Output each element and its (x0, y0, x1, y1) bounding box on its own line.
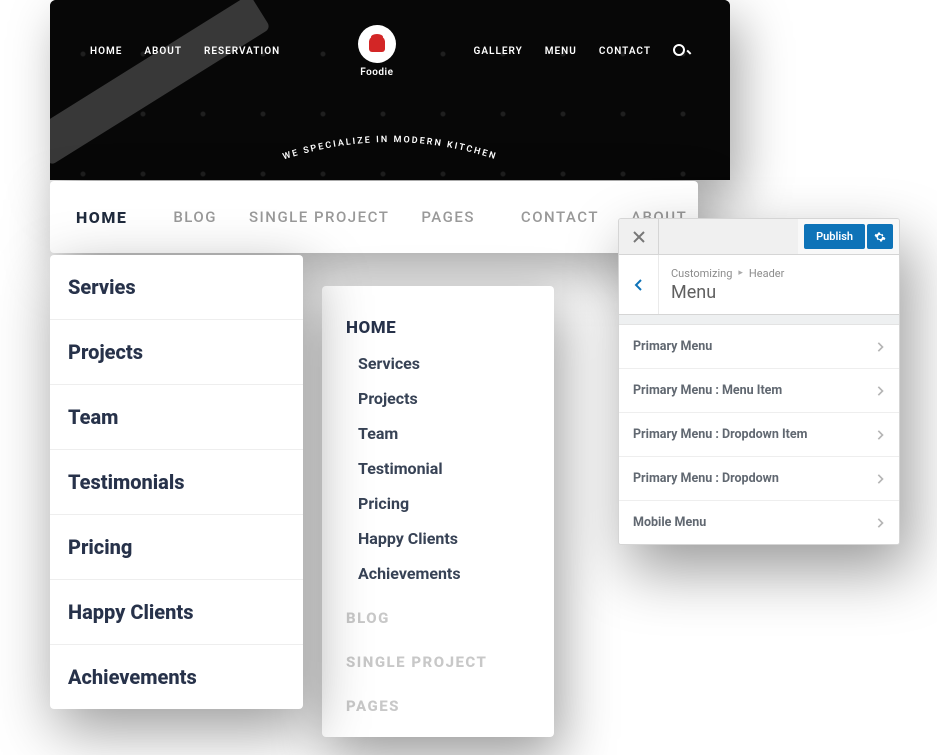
site-hero: HOME ABOUT RESERVATION Foodie GALLERY ME… (50, 0, 730, 180)
chevron-right-icon (875, 430, 885, 440)
row-label: Mobile Menu (633, 515, 706, 530)
row-label: Primary Menu (633, 339, 712, 354)
dropdown-heading-muted[interactable]: SINGLE PROJECT (346, 653, 530, 671)
panel-title: Menu (671, 282, 784, 303)
customizer-sections: Primary Menu Primary Menu : Menu Item Pr… (619, 325, 899, 544)
breadcrumb-section: Header (749, 267, 784, 280)
gear-icon[interactable] (867, 224, 893, 249)
brand-name: Foodie (358, 67, 396, 78)
dropdown-subitem[interactable]: Testimonial (358, 459, 530, 478)
customizer-row[interactable]: Primary Menu (619, 325, 899, 369)
customizer-row[interactable]: Primary Menu : Menu Item (619, 369, 899, 413)
hero-link[interactable]: CONTACT (599, 46, 651, 57)
chevron-right-icon (875, 386, 885, 396)
dropdown-item[interactable]: Happy Clients (50, 580, 303, 645)
brand-logo[interactable]: Foodie (358, 25, 396, 78)
customizer-breadcrumb: Customizing ▸ Header Menu (619, 255, 899, 315)
chevron-right-icon: ▸ (738, 268, 743, 278)
customizer-row[interactable]: Primary Menu : Dropdown (619, 457, 899, 501)
menu-item-pages[interactable]: PAGES (405, 208, 491, 226)
main-menu-bar: HOME BLOG SINGLE PROJECT PAGES CONTACT A… (50, 181, 698, 253)
publish-button[interactable]: Publish (804, 224, 865, 249)
dropdown-item[interactable]: Servies (50, 255, 303, 320)
dropdown-subitem[interactable]: Happy Clients (358, 529, 530, 548)
dropdown-item[interactable]: Projects (50, 320, 303, 385)
chef-hat-icon (358, 25, 396, 63)
search-icon[interactable] (673, 44, 690, 59)
customizer-row[interactable]: Mobile Menu (619, 501, 899, 544)
dropdown-item[interactable]: Testimonials (50, 450, 303, 515)
row-label: Primary Menu : Dropdown Item (633, 427, 807, 442)
dropdown-subitem[interactable]: Achievements (358, 564, 530, 583)
hero-link[interactable]: MENU (545, 46, 577, 57)
close-icon[interactable] (619, 219, 659, 254)
chevron-right-icon (875, 518, 885, 528)
breadcrumb-root: Customizing (671, 267, 732, 280)
wp-customizer-panel: Publish Customizing ▸ Header Menu Primar… (618, 218, 900, 545)
dropdown-heading[interactable]: HOME (346, 318, 530, 338)
hero-navbar: HOME ABOUT RESERVATION Foodie GALLERY ME… (50, 0, 730, 78)
dropdown-subitem[interactable]: Team (358, 424, 530, 443)
home-dropdown: Servies Projects Team Testimonials Prici… (50, 255, 303, 709)
customizer-topbar: Publish (619, 219, 899, 255)
menu-item-single-project[interactable]: SINGLE PROJECT (233, 208, 405, 226)
row-label: Primary Menu : Dropdown (633, 471, 779, 486)
mobile-home-dropdown: HOME Services Projects Team Testimonial … (322, 286, 554, 737)
dropdown-item[interactable]: Pricing (50, 515, 303, 580)
hero-tagline: WE SPECIALIZE IN MODERN KITCHEN (230, 131, 550, 180)
dropdown-item[interactable]: Achievements (50, 645, 303, 709)
dropdown-item[interactable]: Team (50, 385, 303, 450)
hero-link[interactable]: GALLERY (474, 46, 523, 57)
menu-item-home[interactable]: HOME (60, 208, 143, 227)
panel-spacer (619, 315, 899, 325)
svg-text:WE SPECIALIZE IN MODERN KITCHE: WE SPECIALIZE IN MODERN KITCHEN (282, 135, 499, 162)
chevron-right-icon (875, 342, 885, 352)
dropdown-subitem[interactable]: Projects (358, 389, 530, 408)
row-label: Primary Menu : Menu Item (633, 383, 782, 398)
hero-nav-right: GALLERY MENU CONTACT (474, 44, 690, 59)
breadcrumb-path: Customizing ▸ Header (671, 267, 784, 280)
hero-link[interactable]: HOME (90, 46, 122, 57)
menu-item-blog[interactable]: BLOG (157, 208, 233, 226)
dropdown-heading-muted[interactable]: BLOG (346, 609, 530, 627)
dropdown-subitem[interactable]: Services (358, 354, 530, 373)
dropdown-subitem[interactable]: Pricing (358, 494, 530, 513)
menu-item-contact[interactable]: CONTACT (505, 208, 615, 226)
hero-link[interactable]: ABOUT (144, 46, 182, 57)
dropdown-sublist: Services Projects Team Testimonial Prici… (346, 354, 530, 583)
dropdown-heading-muted[interactable]: PAGES (346, 697, 530, 715)
back-button[interactable] (619, 255, 659, 314)
customizer-row[interactable]: Primary Menu : Dropdown Item (619, 413, 899, 457)
publish-controls: Publish (798, 219, 899, 254)
hero-nav-left: HOME ABOUT RESERVATION (90, 46, 280, 57)
hero-link[interactable]: RESERVATION (204, 46, 280, 57)
chevron-right-icon (875, 474, 885, 484)
